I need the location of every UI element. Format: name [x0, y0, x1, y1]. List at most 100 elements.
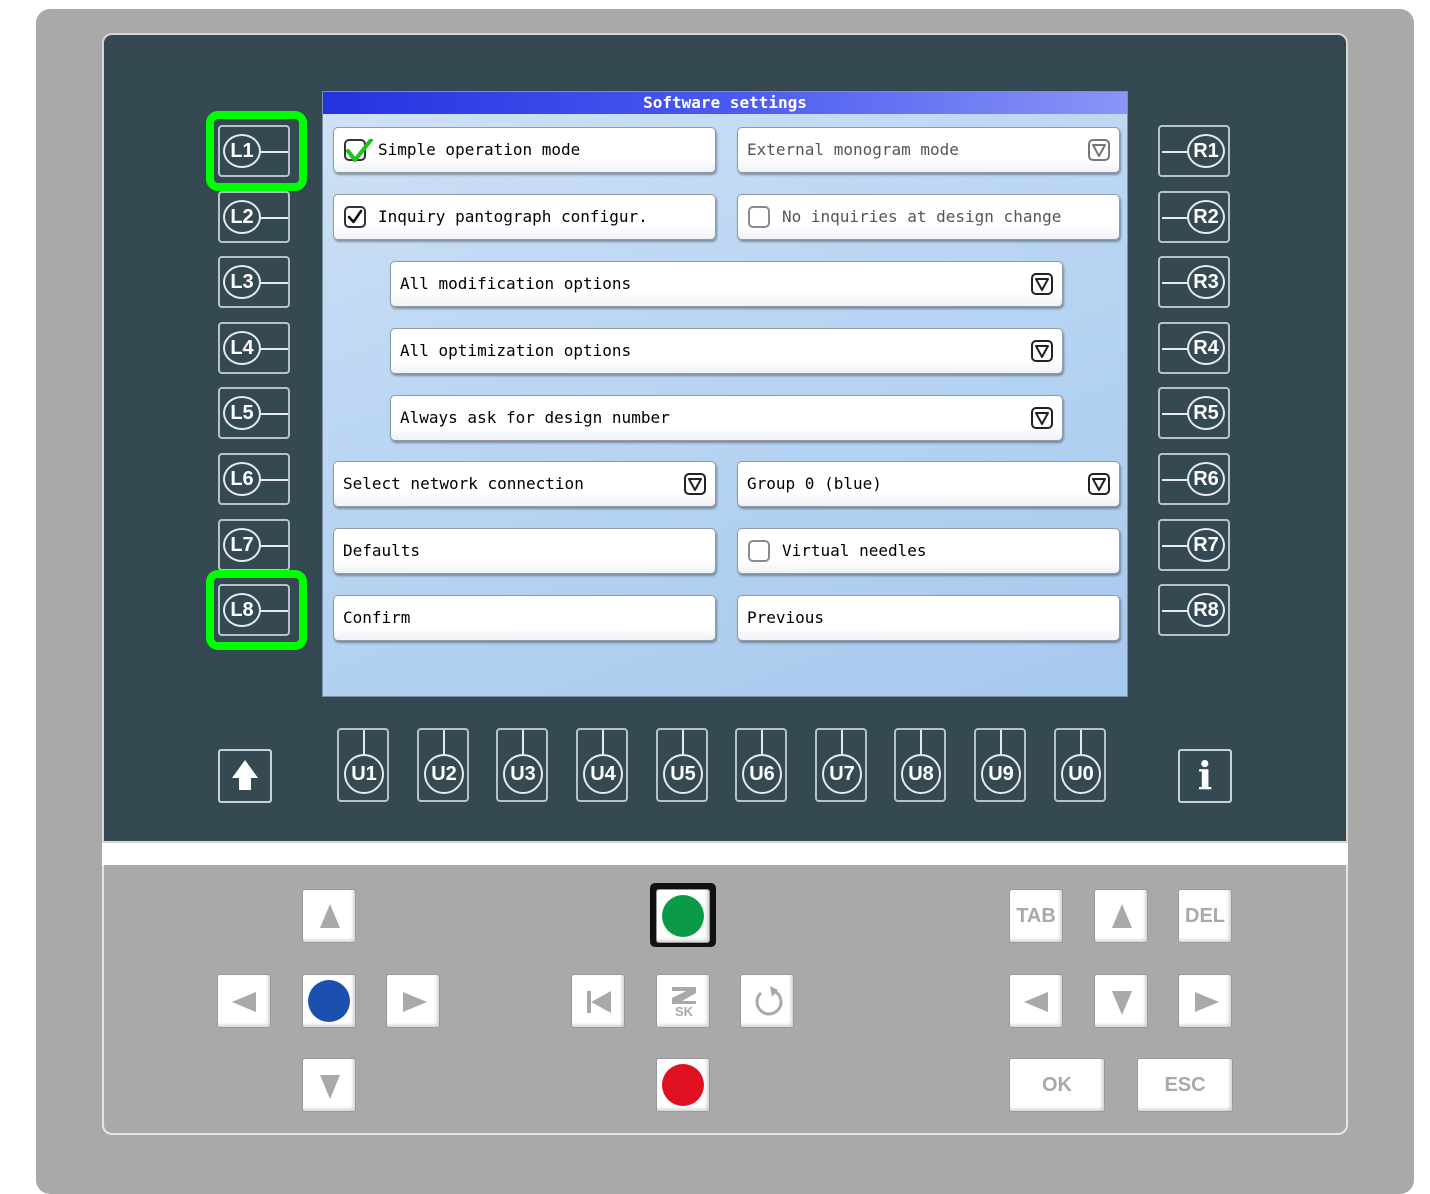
nav-down-key[interactable] — [302, 1058, 356, 1112]
softkey-l5[interactable]: L5 — [218, 387, 290, 439]
key-connector — [1162, 282, 1189, 284]
virtual-needles-label: Virtual needles — [782, 541, 927, 560]
triangle-up-icon — [1112, 904, 1132, 928]
cursor-right-key[interactable] — [1178, 974, 1232, 1028]
virtual-needles-checkbox[interactable]: Virtual needles — [737, 528, 1120, 574]
start-key[interactable] — [656, 889, 710, 943]
softkey-r3[interactable]: R3 — [1158, 256, 1230, 308]
blue-circle-icon — [308, 980, 350, 1022]
shift-up-key[interactable] — [218, 749, 272, 803]
blue-select-key[interactable] — [302, 974, 356, 1028]
del-key[interactable]: DEL — [1178, 889, 1232, 943]
skip-to-start-key[interactable] — [571, 974, 625, 1028]
softkey-u9[interactable]: U9 — [974, 728, 1026, 802]
software-settings-screen: Software settings Simple operation mode … — [322, 91, 1128, 697]
checkbox-icon — [344, 206, 366, 228]
softkey-u2-label: U2 — [424, 754, 464, 794]
softkey-u4[interactable]: U4 — [576, 728, 628, 802]
softkey-r5[interactable]: R5 — [1158, 387, 1230, 439]
softkey-r1[interactable]: R1 — [1158, 125, 1230, 177]
softkey-r7-label: R7 — [1187, 528, 1225, 562]
key-connector — [1080, 730, 1082, 754]
esc-key-label: ESC — [1164, 1074, 1206, 1096]
softkey-l7[interactable]: L7 — [218, 519, 290, 571]
rotate-key[interactable] — [740, 974, 794, 1028]
modification-options-dropdown[interactable]: All modification options — [390, 261, 1063, 307]
softkey-u0[interactable]: U0 — [1054, 728, 1106, 802]
key-connector — [920, 730, 922, 754]
highlight-l1 — [206, 111, 307, 191]
key-connector — [260, 413, 288, 415]
softkey-l2-label: L2 — [223, 200, 261, 234]
nav-up-key[interactable] — [302, 889, 356, 943]
softkey-r6-label: R6 — [1187, 462, 1225, 496]
screen-title: Software settings — [323, 92, 1127, 114]
tab-key-label: TAB — [1016, 905, 1056, 927]
red-circle-icon — [662, 1064, 704, 1106]
previous-button[interactable]: Previous — [737, 595, 1120, 641]
softkey-l4[interactable]: L4 — [218, 322, 290, 374]
design-number-dropdown[interactable]: Always ask for design number — [390, 395, 1063, 441]
key-connector — [260, 545, 288, 547]
softkey-u6-label: U6 — [742, 754, 782, 794]
confirm-button[interactable]: Confirm — [333, 595, 716, 641]
stop-key[interactable] — [656, 1058, 710, 1112]
softkey-u5-label: U5 — [663, 754, 703, 794]
key-connector — [1162, 479, 1189, 481]
softkey-l6-label: L6 — [223, 462, 261, 496]
softkey-l3[interactable]: L3 — [218, 256, 290, 308]
defaults-button[interactable]: Defaults — [333, 528, 716, 574]
group-dropdown[interactable]: Group 0 (blue) — [737, 461, 1120, 507]
softkey-u1[interactable]: U1 — [337, 728, 389, 802]
nav-right-key[interactable] — [386, 974, 440, 1028]
ok-key[interactable]: OK — [1009, 1058, 1105, 1112]
softkey-u5[interactable]: U5 — [656, 728, 708, 802]
softkey-u6[interactable]: U6 — [735, 728, 787, 802]
group-label: Group 0 (blue) — [747, 474, 882, 493]
triangle-down-icon — [320, 1075, 340, 1099]
softkey-l6[interactable]: L6 — [218, 453, 290, 505]
defaults-label: Defaults — [343, 541, 421, 560]
external-monogram-mode-label: External monogram mode — [747, 140, 959, 159]
no-inquiries-label: No inquiries at design change — [782, 207, 1062, 226]
softkey-r2[interactable]: R2 — [1158, 191, 1230, 243]
softkey-u3-label: U3 — [503, 754, 543, 794]
cursor-down-key[interactable] — [1094, 974, 1148, 1028]
zsk-logo-icon: SK — [672, 987, 696, 1019]
zsk-key[interactable]: SK — [656, 974, 710, 1028]
tab-key[interactable]: TAB — [1009, 889, 1063, 943]
softkey-u4-label: U4 — [583, 754, 623, 794]
chevron-down-icon — [684, 473, 706, 495]
softkey-r7[interactable]: R7 — [1158, 519, 1230, 571]
softkey-r6[interactable]: R6 — [1158, 453, 1230, 505]
key-connector — [1162, 545, 1189, 547]
no-inquiries-checkbox[interactable]: No inquiries at design change — [737, 194, 1120, 240]
softkey-u0-label: U0 — [1061, 754, 1101, 794]
softkey-u7[interactable]: U7 — [815, 728, 867, 802]
softkey-u2[interactable]: U2 — [417, 728, 469, 802]
simple-operation-mode-checkbox[interactable]: Simple operation mode — [333, 127, 716, 173]
checkbox-icon — [748, 206, 770, 228]
inquiry-pantograph-label: Inquiry pantograph configur. — [378, 207, 648, 226]
key-connector — [1162, 610, 1189, 612]
nav-left-key[interactable] — [217, 974, 271, 1028]
key-connector — [363, 730, 365, 754]
key-connector — [260, 282, 288, 284]
cursor-up-key[interactable] — [1094, 889, 1148, 943]
softkey-r4[interactable]: R4 — [1158, 322, 1230, 374]
network-connection-label: Select network connection — [343, 474, 584, 493]
green-circle-icon — [662, 895, 704, 937]
softkey-l7-label: L7 — [223, 528, 261, 562]
esc-key[interactable]: ESC — [1137, 1058, 1233, 1112]
softkey-r8[interactable]: R8 — [1158, 584, 1230, 636]
inquiry-pantograph-checkbox[interactable]: Inquiry pantograph configur. — [333, 194, 716, 240]
network-connection-dropdown[interactable]: Select network connection — [333, 461, 716, 507]
softkey-l2[interactable]: L2 — [218, 191, 290, 243]
external-monogram-mode-dropdown[interactable]: External monogram mode — [737, 127, 1120, 173]
softkey-u3[interactable]: U3 — [496, 728, 548, 802]
optimization-options-dropdown[interactable]: All optimization options — [390, 328, 1063, 374]
softkey-u8[interactable]: U8 — [894, 728, 946, 802]
checkbox-icon — [748, 540, 770, 562]
cursor-left-key[interactable] — [1009, 974, 1063, 1028]
info-key[interactable]: i — [1178, 749, 1232, 803]
